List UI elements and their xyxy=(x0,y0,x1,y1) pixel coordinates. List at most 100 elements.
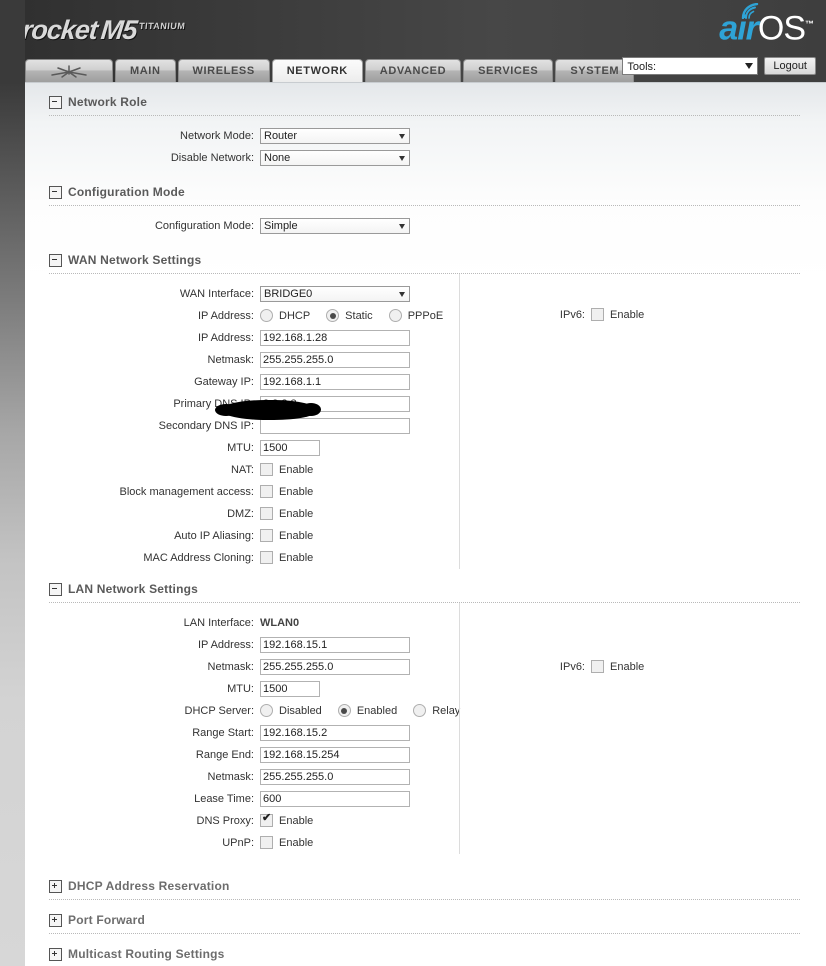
radio-dhcp-enabled-icon[interactable] xyxy=(338,704,351,717)
wan-ip-address-value-wrap: 192.168.1.28 xyxy=(260,330,410,346)
row-wan-block-mgmt: Block management access: Enable xyxy=(49,481,459,502)
section-configuration-mode: Configuration Mode Configuration Mode: S… xyxy=(25,169,826,236)
tab-main-label: MAIN xyxy=(130,65,161,77)
checkbox-wan-ipv6-icon[interactable] xyxy=(591,308,604,321)
lan-lease-time-input[interactable]: 600 xyxy=(260,791,410,807)
checkbox-dmz-icon[interactable] xyxy=(260,507,273,520)
section-wan-header[interactable]: WAN Network Settings xyxy=(49,250,800,274)
section-port-forward-header[interactable]: Port Forward xyxy=(49,910,800,934)
checkbox-auto-ip-aliasing-icon[interactable] xyxy=(260,529,273,542)
wan-dmz-option[interactable]: Enable xyxy=(260,507,313,520)
row-lan-lease-time: Lease Time: 600 xyxy=(49,788,459,809)
lan-dhcp-relay-label: Relay xyxy=(432,705,460,717)
collapse-toggle-icon[interactable] xyxy=(49,96,62,109)
tab-main[interactable]: MAIN xyxy=(115,59,176,82)
tab-wireless[interactable]: WIRELESS xyxy=(178,59,270,82)
wan-ipv6-enable-label: Enable xyxy=(610,309,644,321)
expand-toggle-icon[interactable] xyxy=(49,948,62,961)
lan-range-end-input[interactable]: 192.168.15.254 xyxy=(260,747,410,763)
airos-brand-tm: ™ xyxy=(805,19,814,29)
wan-mac-clone-option[interactable]: Enable xyxy=(260,551,313,564)
main-tab-bar: MAIN WIRELESS NETWORK ADVANCED SERVICES … xyxy=(25,57,636,82)
logout-button[interactable]: Logout xyxy=(764,57,816,75)
chevron-down-icon xyxy=(399,156,405,161)
wan-mtu-input[interactable]: 1500 xyxy=(260,440,320,456)
radio-static-icon[interactable] xyxy=(326,309,339,322)
wan-netmask-input[interactable]: 255.255.255.0 xyxy=(260,352,410,368)
section-lan-header[interactable]: LAN Network Settings xyxy=(49,579,800,603)
tab-network-label: NETWORK xyxy=(287,65,348,77)
wan-gateway-input[interactable]: 192.168.1.1 xyxy=(260,374,410,390)
wan-ip-mode-static[interactable]: Static xyxy=(326,309,373,322)
wan-interface-selected: BRIDGE0 xyxy=(264,288,312,300)
section-configuration-mode-header[interactable]: Configuration Mode xyxy=(49,182,800,206)
lan-ipv6-option[interactable]: Enable xyxy=(591,660,644,673)
tab-advanced[interactable]: ADVANCED xyxy=(365,59,461,82)
row-wan-gateway: Gateway IP: 192.168.1.1 xyxy=(49,371,459,392)
expand-toggle-icon[interactable] xyxy=(49,914,62,927)
lan-mtu-input[interactable]: 1500 xyxy=(260,681,320,697)
tab-home-logo[interactable] xyxy=(25,59,113,82)
section-wan-left-column: WAN Interface: BRIDGE0 IP Address: xyxy=(49,274,459,569)
checkbox-dns-proxy-icon[interactable] xyxy=(260,814,273,827)
section-multicast-header[interactable]: Multicast Routing Settings xyxy=(49,944,800,966)
wan-ip-mode-pppoe-label: PPPoE xyxy=(408,310,443,322)
radio-dhcp-relay-icon[interactable] xyxy=(413,704,426,717)
checkbox-nat-icon[interactable] xyxy=(260,463,273,476)
disable-network-select[interactable]: None xyxy=(260,150,410,166)
tools-dropdown[interactable]: Tools: xyxy=(622,57,758,75)
wan-nat-option[interactable]: Enable xyxy=(260,463,313,476)
section-lan-ipv6-rows: IPv6: Enable xyxy=(460,603,826,677)
checkbox-upnp-icon[interactable] xyxy=(260,836,273,849)
wan-secondary-dns-input[interactable] xyxy=(260,418,410,434)
lan-mtu-value-wrap: 1500 xyxy=(260,681,320,697)
checkbox-lan-ipv6-icon[interactable] xyxy=(591,660,604,673)
wan-ip-mode-options: DHCP Static PPPoE xyxy=(260,309,459,322)
wan-auto-ip-enable-label: Enable xyxy=(279,530,313,542)
checkbox-mac-cloning-icon[interactable] xyxy=(260,551,273,564)
lan-netmask-input[interactable]: 255.255.255.0 xyxy=(260,659,410,675)
wan-auto-ip-option[interactable]: Enable xyxy=(260,529,313,542)
expand-toggle-icon[interactable] xyxy=(49,880,62,893)
lan-dns-proxy-option[interactable]: Enable xyxy=(260,814,313,827)
radio-dhcp-disabled-icon[interactable] xyxy=(260,704,273,717)
wan-ip-address-input[interactable]: 192.168.1.28 xyxy=(260,330,410,346)
lan-dhcp-relay[interactable]: Relay xyxy=(413,704,460,717)
wan-mac-clone-enable-label: Enable xyxy=(279,552,313,564)
lan-dhcp-netmask-label: Netmask: xyxy=(49,771,260,783)
section-multicast: Multicast Routing Settings xyxy=(25,934,826,966)
tab-network[interactable]: NETWORK xyxy=(272,59,363,82)
lan-dhcp-enabled[interactable]: Enabled xyxy=(338,704,397,717)
collapse-toggle-icon[interactable] xyxy=(49,583,62,596)
lan-upnp-option[interactable]: Enable xyxy=(260,836,313,849)
lan-range-start-input[interactable]: 192.168.15.2 xyxy=(260,725,410,741)
section-network-role-header[interactable]: Network Role xyxy=(49,92,800,116)
lan-dhcp-disabled[interactable]: Disabled xyxy=(260,704,322,717)
wan-ip-mode-dhcp[interactable]: DHCP xyxy=(260,309,310,322)
configuration-mode-select[interactable]: Simple xyxy=(260,218,410,234)
network-mode-select[interactable]: Router xyxy=(260,128,410,144)
lan-dhcp-netmask-input[interactable]: 255.255.255.0 xyxy=(260,769,410,785)
section-dhcp-reservation-header[interactable]: DHCP Address Reservation xyxy=(49,876,800,900)
wan-ip-address-label: IP Address: xyxy=(49,332,260,344)
wan-block-mgmt-option[interactable]: Enable xyxy=(260,485,313,498)
wan-interface-select[interactable]: BRIDGE0 xyxy=(260,286,410,302)
tab-services-label: SERVICES xyxy=(478,65,538,77)
collapse-toggle-icon[interactable] xyxy=(49,186,62,199)
radio-dhcp-icon[interactable] xyxy=(260,309,273,322)
radio-pppoe-icon[interactable] xyxy=(389,309,402,322)
wan-ipv6-option[interactable]: Enable xyxy=(591,308,644,321)
lan-dhcp-server-options: Disabled Enabled Relay xyxy=(260,704,476,717)
lan-ip-address-input[interactable]: 192.168.15.1 xyxy=(260,637,410,653)
checkbox-block-management-icon[interactable] xyxy=(260,485,273,498)
lan-dns-proxy-value-wrap: Enable xyxy=(260,814,329,827)
wan-block-mgmt-value-wrap: Enable xyxy=(260,485,329,498)
wan-block-mgmt-label: Block management access: xyxy=(49,486,260,498)
network-mode-label: Network Mode: xyxy=(49,130,260,142)
row-wan-netmask: Netmask: 255.255.255.0 xyxy=(49,349,459,370)
tab-services[interactable]: SERVICES xyxy=(463,59,553,82)
wan-ip-mode-label: IP Address: xyxy=(49,310,260,322)
collapse-toggle-icon[interactable] xyxy=(49,254,62,267)
wan-ip-mode-pppoe[interactable]: PPPoE xyxy=(389,309,443,322)
section-wan-title: WAN Network Settings xyxy=(68,253,201,267)
